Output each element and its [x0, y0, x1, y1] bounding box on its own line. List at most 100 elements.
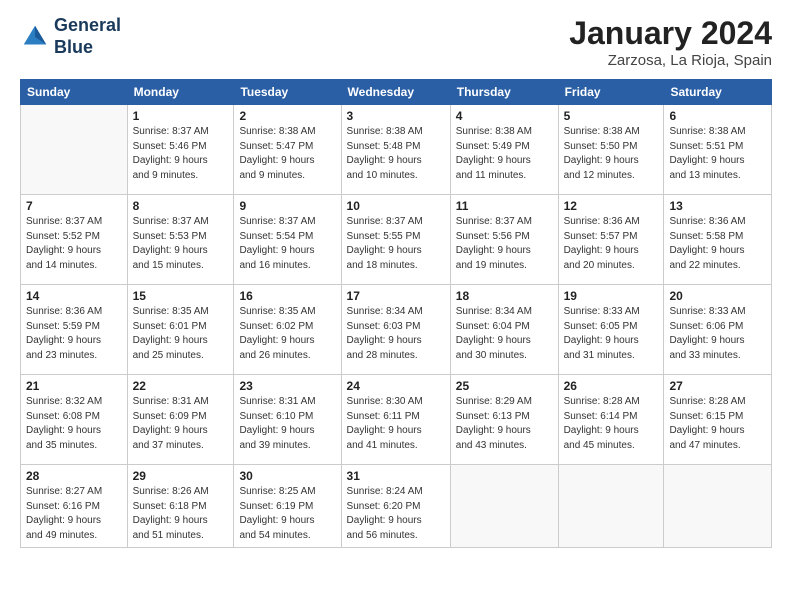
- day-number: 17: [347, 289, 445, 303]
- day-cell: 9 Sunrise: 8:37 AM Sunset: 5:54 PM Daylig…: [234, 195, 341, 285]
- header-cell-sunday: Sunday: [21, 80, 128, 105]
- day-number: 26: [564, 379, 659, 393]
- day-cell: 18 Sunrise: 8:34 AM Sunset: 6:04 PM Dayli…: [450, 285, 558, 375]
- day-cell: 16Sunrise: 8:35 AM Sunset: 6:02 PM Dayli…: [234, 285, 341, 375]
- day-info: Sunrise: 8:38 AM Sunset: 5:49 PM Dayligh…: [456, 125, 553, 183]
- day-info: Sunrise: 8:25 AM Sunset: 6:19 PM Dayligh…: [239, 485, 335, 543]
- day-info: Sunrise: 8:35 AM Sunset: 6:02 PM Dayligh…: [239, 305, 335, 363]
- day-number: 5: [564, 109, 659, 123]
- day-cell: 15Sunrise: 8:35 AM Sunset: 6:01 PM Dayli…: [127, 285, 234, 375]
- month-title: January 2024: [569, 15, 772, 52]
- calendar-header: SundayMondayTuesdayWednesdayThursdayFrid…: [21, 80, 772, 105]
- day-cell: 27Sunrise: 8:28 AM Sunset: 6:15 PM Dayli…: [664, 375, 772, 465]
- day-number: 8: [133, 199, 229, 213]
- day-info: Sunrise: 8:34 AM Sunset: 6:03 PM Dayligh…: [347, 305, 445, 363]
- day-info: Sunrise: 8:28 AM Sunset: 6:14 PM Dayligh…: [564, 395, 659, 453]
- day-number: 18: [456, 289, 553, 303]
- day-number: 21: [26, 379, 122, 393]
- day-cell: 6 Sunrise: 8:38 AM Sunset: 5:51 PM Daylig…: [664, 105, 772, 195]
- day-cell: 24Sunrise: 8:30 AM Sunset: 6:11 PM Dayli…: [341, 375, 450, 465]
- day-info: Sunrise: 8:36 AM Sunset: 5:59 PM Dayligh…: [26, 305, 122, 363]
- day-number: 29: [133, 469, 229, 483]
- day-info: Sunrise: 8:35 AM Sunset: 6:01 PM Dayligh…: [133, 305, 229, 363]
- location-subtitle: Zarzosa, La Rioja, Spain: [569, 52, 772, 69]
- day-number: 24: [347, 379, 445, 393]
- day-cell: [664, 465, 772, 548]
- week-row-0: 1 Sunrise: 8:37 AM Sunset: 5:46 PM Daylig…: [21, 105, 772, 195]
- day-cell: 21Sunrise: 8:32 AM Sunset: 6:08 PM Dayli…: [21, 375, 128, 465]
- day-cell: 22 Sunrise: 8:31 AM Sunset: 6:09 PM Dayli…: [127, 375, 234, 465]
- day-number: 1: [133, 109, 229, 123]
- day-info: Sunrise: 8:37 AM Sunset: 5:52 PM Dayligh…: [26, 215, 122, 273]
- header: General Blue January 2024 Zarzosa, La Ri…: [20, 15, 772, 69]
- day-info: Sunrise: 8:33 AM Sunset: 6:05 PM Dayligh…: [564, 305, 659, 363]
- header-cell-saturday: Saturday: [664, 80, 772, 105]
- day-number: 31: [347, 469, 445, 483]
- day-info: Sunrise: 8:37 AM Sunset: 5:56 PM Dayligh…: [456, 215, 553, 273]
- day-cell: 20Sunrise: 8:33 AM Sunset: 6:06 PM Dayli…: [664, 285, 772, 375]
- day-info: Sunrise: 8:38 AM Sunset: 5:51 PM Dayligh…: [669, 125, 766, 183]
- day-cell: 17 Sunrise: 8:34 AM Sunset: 6:03 PM Dayli…: [341, 285, 450, 375]
- day-cell: 5 Sunrise: 8:38 AM Sunset: 5:50 PM Daylig…: [558, 105, 664, 195]
- day-number: 7: [26, 199, 122, 213]
- day-number: 12: [564, 199, 659, 213]
- day-cell: 2 Sunrise: 8:38 AM Sunset: 5:47 PM Daylig…: [234, 105, 341, 195]
- day-cell: 31 Sunrise: 8:24 AM Sunset: 6:20 PM Dayli…: [341, 465, 450, 548]
- day-number: 6: [669, 109, 766, 123]
- day-cell: 26 Sunrise: 8:28 AM Sunset: 6:14 PM Dayli…: [558, 375, 664, 465]
- day-cell: 14 Sunrise: 8:36 AM Sunset: 5:59 PM Dayli…: [21, 285, 128, 375]
- day-number: 11: [456, 199, 553, 213]
- week-row-1: 7 Sunrise: 8:37 AM Sunset: 5:52 PM Daylig…: [21, 195, 772, 285]
- day-info: Sunrise: 8:27 AM Sunset: 6:16 PM Dayligh…: [26, 485, 122, 543]
- day-info: Sunrise: 8:24 AM Sunset: 6:20 PM Dayligh…: [347, 485, 445, 543]
- day-number: 14: [26, 289, 122, 303]
- day-cell: 19Sunrise: 8:33 AM Sunset: 6:05 PM Dayli…: [558, 285, 664, 375]
- logo: General Blue: [20, 15, 121, 58]
- day-info: Sunrise: 8:38 AM Sunset: 5:50 PM Dayligh…: [564, 125, 659, 183]
- day-info: Sunrise: 8:37 AM Sunset: 5:53 PM Dayligh…: [133, 215, 229, 273]
- day-info: Sunrise: 8:31 AM Sunset: 6:09 PM Dayligh…: [133, 395, 229, 453]
- week-row-3: 21Sunrise: 8:32 AM Sunset: 6:08 PM Dayli…: [21, 375, 772, 465]
- day-number: 2: [239, 109, 335, 123]
- day-cell: 23 Sunrise: 8:31 AM Sunset: 6:10 PM Dayli…: [234, 375, 341, 465]
- day-info: Sunrise: 8:37 AM Sunset: 5:46 PM Dayligh…: [133, 125, 229, 183]
- day-number: 13: [669, 199, 766, 213]
- day-info: Sunrise: 8:36 AM Sunset: 5:58 PM Dayligh…: [669, 215, 766, 273]
- header-cell-thursday: Thursday: [450, 80, 558, 105]
- day-info: Sunrise: 8:38 AM Sunset: 5:48 PM Dayligh…: [347, 125, 445, 183]
- day-cell: 10 Sunrise: 8:37 AM Sunset: 5:55 PM Dayli…: [341, 195, 450, 285]
- calendar-body: 1 Sunrise: 8:37 AM Sunset: 5:46 PM Daylig…: [21, 105, 772, 548]
- day-info: Sunrise: 8:29 AM Sunset: 6:13 PM Dayligh…: [456, 395, 553, 453]
- day-number: 27: [669, 379, 766, 393]
- day-info: Sunrise: 8:37 AM Sunset: 5:54 PM Dayligh…: [239, 215, 335, 273]
- header-cell-tuesday: Tuesday: [234, 80, 341, 105]
- day-number: 28: [26, 469, 122, 483]
- calendar: SundayMondayTuesdayWednesdayThursdayFrid…: [20, 79, 772, 548]
- day-info: Sunrise: 8:33 AM Sunset: 6:06 PM Dayligh…: [669, 305, 766, 363]
- day-info: Sunrise: 8:31 AM Sunset: 6:10 PM Dayligh…: [239, 395, 335, 453]
- day-info: Sunrise: 8:36 AM Sunset: 5:57 PM Dayligh…: [564, 215, 659, 273]
- day-number: 3: [347, 109, 445, 123]
- day-number: 23: [239, 379, 335, 393]
- header-cell-monday: Monday: [127, 80, 234, 105]
- day-info: Sunrise: 8:26 AM Sunset: 6:18 PM Dayligh…: [133, 485, 229, 543]
- day-info: Sunrise: 8:37 AM Sunset: 5:55 PM Dayligh…: [347, 215, 445, 273]
- day-info: Sunrise: 8:38 AM Sunset: 5:47 PM Dayligh…: [239, 125, 335, 183]
- day-cell: 28 Sunrise: 8:27 AM Sunset: 6:16 PM Dayli…: [21, 465, 128, 548]
- day-cell: [21, 105, 128, 195]
- page: General Blue January 2024 Zarzosa, La Ri…: [0, 0, 792, 612]
- logo-icon: [20, 22, 50, 52]
- day-cell: 4Sunrise: 8:38 AM Sunset: 5:49 PM Daylig…: [450, 105, 558, 195]
- day-cell: 11 Sunrise: 8:37 AM Sunset: 5:56 PM Dayli…: [450, 195, 558, 285]
- week-row-4: 28 Sunrise: 8:27 AM Sunset: 6:16 PM Dayli…: [21, 465, 772, 548]
- day-cell: 12 Sunrise: 8:36 AM Sunset: 5:57 PM Dayli…: [558, 195, 664, 285]
- logo-line1: General: [54, 15, 121, 37]
- day-number: 22: [133, 379, 229, 393]
- day-cell: 13 Sunrise: 8:36 AM Sunset: 5:58 PM Dayli…: [664, 195, 772, 285]
- day-info: Sunrise: 8:34 AM Sunset: 6:04 PM Dayligh…: [456, 305, 553, 363]
- day-number: 9: [239, 199, 335, 213]
- header-cell-friday: Friday: [558, 80, 664, 105]
- day-cell: 8 Sunrise: 8:37 AM Sunset: 5:53 PM Daylig…: [127, 195, 234, 285]
- day-number: 10: [347, 199, 445, 213]
- day-number: 30: [239, 469, 335, 483]
